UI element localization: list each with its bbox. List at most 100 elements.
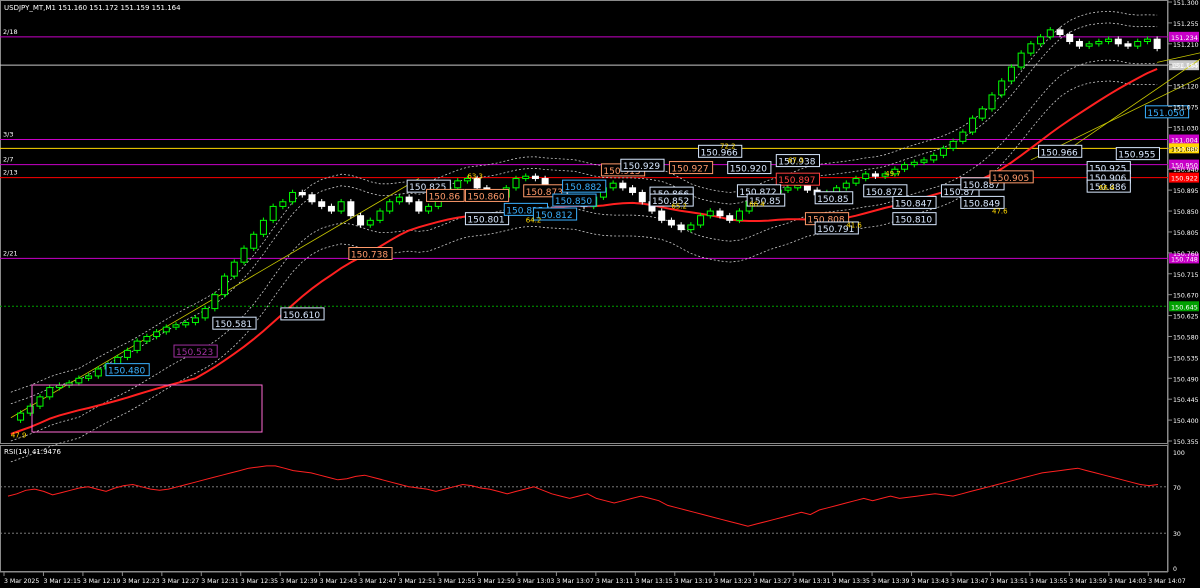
time-tick-label: 3 Mar 13:27 <box>754 578 791 585</box>
small-label: 65.2 <box>671 203 687 211</box>
price-tick-label: 150.625 <box>1173 314 1199 321</box>
price-tick-label: 151.300 <box>1173 0 1199 7</box>
price-tick-label: 151.165 <box>1173 63 1199 70</box>
price-tick-label: 150.760 <box>1173 251 1199 258</box>
price-tick-label: 150.850 <box>1173 209 1199 216</box>
candle-body <box>308 194 316 203</box>
candle-body <box>1017 52 1025 68</box>
price-label: 150.929 <box>623 162 660 172</box>
candle-body <box>998 80 1006 96</box>
level-tag: 150.645 <box>1171 303 1198 311</box>
small-label: 41.6 <box>846 221 862 229</box>
candle-body <box>46 387 54 398</box>
time-tick-label: 3 Mar 12:15 <box>43 578 80 585</box>
candle-body <box>327 205 335 212</box>
candle-body <box>366 219 374 226</box>
time-tick-label: 3 Mar 13:59 <box>1069 578 1106 585</box>
time-tick-label: 3 Mar 13:23 <box>714 578 751 585</box>
price-tick-label: 150.490 <box>1173 376 1199 383</box>
rsi-tick-label: 100 <box>1173 450 1185 457</box>
time-tick-label: 3 Mar 2025 <box>4 578 39 585</box>
small-label: 64.2 <box>526 217 542 225</box>
candle-body <box>1124 43 1132 47</box>
level-label: 2/7 <box>3 156 13 164</box>
price-label: 150.920 <box>730 165 767 175</box>
time-tick-label: 3 Mar 12:35 <box>241 578 278 585</box>
price-tick-label: 150.670 <box>1173 293 1199 300</box>
candle-body <box>852 178 860 184</box>
candle-body <box>240 247 248 263</box>
candle-body <box>687 224 695 231</box>
level-label: 2/21 <box>3 249 18 257</box>
candle-body <box>706 210 714 217</box>
time-tick-label: 3 Mar 13:15 <box>635 578 672 585</box>
level-tag: 151.004 <box>1171 137 1198 145</box>
candle-body <box>1007 66 1015 82</box>
candle-body <box>75 377 83 384</box>
candle-body <box>522 175 530 180</box>
candle-body <box>1046 29 1054 38</box>
candle-body <box>512 178 520 189</box>
level-label: 2/13 <box>3 169 18 177</box>
time-tick-label: 3 Mar 12:31 <box>201 578 238 585</box>
candle-body <box>1085 43 1093 47</box>
candle-body <box>211 294 219 310</box>
candle-body <box>172 324 180 328</box>
candle-body <box>784 187 792 191</box>
candle-body <box>735 210 743 221</box>
candle-body <box>230 261 238 277</box>
candle-body <box>36 396 44 407</box>
candle-body <box>337 201 345 212</box>
candle-body <box>153 331 161 337</box>
candle-body <box>376 210 384 221</box>
candle-body <box>289 191 297 203</box>
price-tick-label: 150.535 <box>1173 355 1199 362</box>
time-tick-label: 3 Mar 13:19 <box>675 578 712 585</box>
candle-body <box>609 182 617 189</box>
price-tick-label: 150.355 <box>1173 439 1199 446</box>
small-label: 49.7 <box>885 170 901 178</box>
candle-body <box>638 191 646 203</box>
candle-body <box>395 196 403 203</box>
time-tick-label: 3 Mar 12:27 <box>162 578 199 585</box>
candle-body <box>988 94 996 110</box>
candle-body <box>1114 38 1122 45</box>
small-label: 66.4 <box>749 200 765 208</box>
small-label: 63.3 <box>467 173 483 181</box>
price-tick-label: 151.030 <box>1173 125 1199 132</box>
rsi-tick-label: 70 <box>1173 485 1181 492</box>
candle-body <box>298 191 306 196</box>
level-tag: 150.922 <box>1171 175 1198 183</box>
small-label: 67.3 <box>788 156 804 164</box>
price-tick-label: 150.580 <box>1173 334 1199 341</box>
candle-body <box>182 322 190 326</box>
trading-chart[interactable]: 2/18151.234151.1643/3151.004151.0002/715… <box>0 0 1200 588</box>
candle-body <box>619 182 627 189</box>
candle-body <box>425 205 433 212</box>
time-tick-label: 3 Mar 13:43 <box>912 578 949 585</box>
small-label: 66.4 <box>1099 184 1115 192</box>
price-tick-label: 150.940 <box>1173 167 1199 174</box>
candle-body <box>405 196 413 203</box>
candle-body <box>949 140 957 149</box>
candle-body <box>910 161 918 166</box>
time-tick-label: 3 Mar 12:59 <box>477 578 514 585</box>
price-tick-label: 151.120 <box>1173 84 1199 91</box>
time-tick-label: 3 Mar 13:11 <box>596 578 633 585</box>
candle-body <box>415 201 423 212</box>
price-tick-label: 151.210 <box>1173 42 1199 49</box>
candle-body <box>386 201 394 212</box>
candle-body <box>17 412 25 421</box>
candle-body <box>901 164 909 170</box>
candle-body <box>1066 34 1074 42</box>
candle-body <box>269 205 277 221</box>
candle-body <box>1037 36 1045 45</box>
level-label: 2/18 <box>3 28 18 36</box>
candle-body <box>842 182 850 189</box>
candle-body <box>1056 29 1064 36</box>
price-tick-label: 151.255 <box>1173 21 1199 28</box>
candle-body <box>85 375 93 379</box>
level-tag: 151.234 <box>1171 34 1198 42</box>
time-tick-label: 3 Mar 12:39 <box>280 578 317 585</box>
time-tick-label: 3 Mar 12:51 <box>399 578 436 585</box>
